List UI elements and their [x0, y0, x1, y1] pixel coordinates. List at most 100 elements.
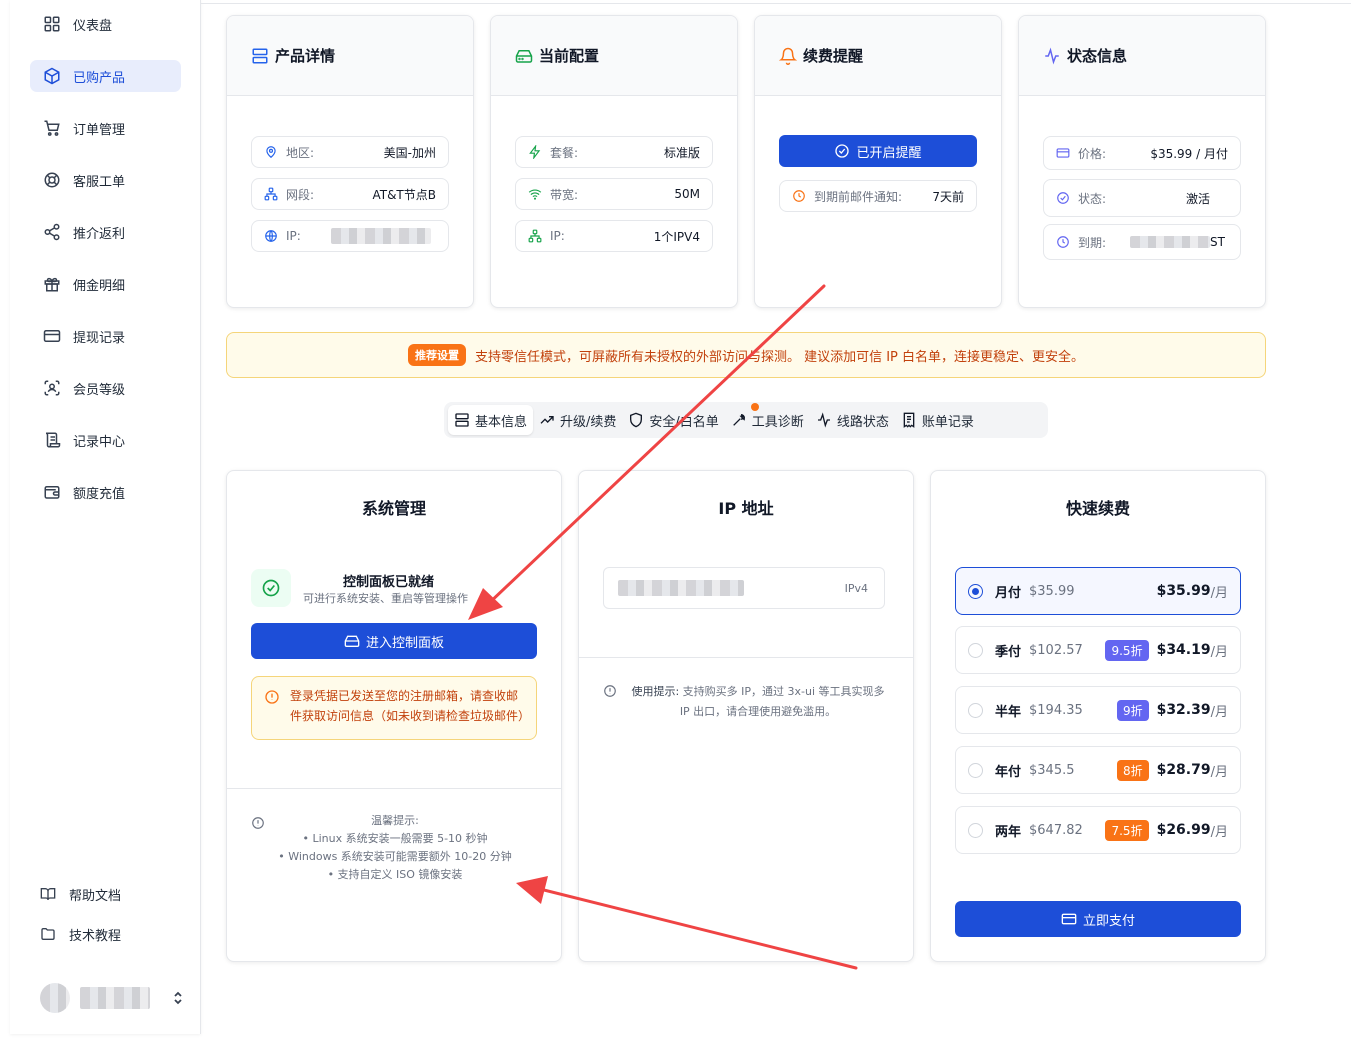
plan-quarterly[interactable]: 季付 $102.57 9.5折 $34.19/月 — [955, 626, 1241, 674]
tips-block: 温馨提示: • Linux 系统安装一般需要 5-10 秒钟 • Windows… — [267, 812, 523, 884]
row-value: 50M — [674, 187, 700, 201]
wallet-icon — [42, 482, 62, 502]
gift-icon — [42, 274, 62, 294]
bandwidth-row: 带宽: 50M — [515, 178, 713, 210]
card-title: 状态信息 — [1067, 47, 1128, 65]
plan-price: $32.39 — [1156, 702, 1211, 718]
price-row: 价格: $35.99 / 月付 — [1043, 136, 1241, 170]
plan-unit: /月 — [1210, 764, 1228, 780]
footer-item-label: 技术教程 — [69, 928, 122, 944]
tab-label: 线路状态 — [836, 414, 889, 430]
clock-icon — [1056, 235, 1070, 249]
wrench-icon — [731, 412, 747, 428]
sidebar-item-label: 已购产品 — [73, 70, 126, 86]
sidebar-item-referral[interactable]: 推介返利 — [30, 216, 181, 248]
card-icon — [1061, 911, 1077, 927]
tutorials-link[interactable]: 技术教程 — [40, 920, 180, 948]
ip-row: IP: — [251, 220, 449, 252]
wifi-icon — [528, 187, 542, 201]
reminder-enabled-button[interactable]: 已开启提醒 — [779, 135, 977, 167]
radio-button[interactable] — [968, 583, 983, 599]
system-management-card: 系统管理 控制面板已就绪 可进行系统安装、重启等管理操作 进入控制面板 登录凭据… — [226, 470, 562, 962]
plan-original-price: $35.99 — [1029, 583, 1075, 599]
book-icon — [40, 886, 58, 902]
card-title: 产品详情 — [275, 47, 336, 65]
status-row: 状态: 激活 — [1043, 179, 1241, 217]
hard-drive-icon — [515, 47, 533, 65]
enter-control-panel-button[interactable]: 进入控制面板 — [251, 623, 537, 659]
tab-billing[interactable]: 账单记录 — [895, 405, 980, 435]
tab-upgrade[interactable]: 升级/续费 — [533, 405, 622, 435]
info-icon — [603, 684, 617, 698]
folder-icon — [40, 926, 58, 942]
row-value: 1个IPV4 — [653, 229, 700, 244]
ip-address-card: IP 地址 IPv4 使用提示: 支持购买多 IP，通过 3x-ui 等工具实现… — [578, 470, 914, 962]
tab-line-status[interactable]: 线路状态 — [810, 405, 895, 435]
radio-button[interactable] — [968, 642, 983, 658]
alert-circle-icon — [264, 689, 280, 705]
sidebar-item-label: 额度充值 — [73, 486, 126, 502]
cart-icon — [42, 118, 62, 138]
row-label: 地区: — [286, 145, 315, 160]
sidebar-item-recharge[interactable]: 额度充值 — [30, 476, 181, 508]
divider — [227, 788, 561, 789]
radio-button[interactable] — [968, 822, 983, 838]
network-icon — [264, 187, 278, 201]
radio-button[interactable] — [968, 762, 983, 778]
card-title: 当前配置 — [539, 47, 600, 65]
pay-now-button[interactable]: 立即支付 — [955, 901, 1241, 937]
plan-unit: /月 — [1210, 644, 1228, 660]
panel-ready-title: 控制面板已就绪 — [343, 575, 435, 590]
tab-diagnostics[interactable]: 工具诊断 — [725, 405, 810, 435]
row-value: 美国-加州 — [383, 145, 436, 160]
usage-hint: 使用提示: 支持购买多 IP，通过 3x-ui 等工具实现多 IP 出口，请合理… — [625, 682, 891, 722]
tips-title: 温馨提示: — [371, 814, 419, 827]
sidebar-item-label: 佣金明细 — [73, 278, 126, 294]
check-badge — [251, 569, 291, 607]
tab-basic-info[interactable]: 基本信息 — [448, 405, 534, 435]
user-menu[interactable] — [30, 978, 190, 1018]
expiry-row: 到期: ST — [1043, 224, 1241, 260]
sidebar-item-commission[interactable]: 佣金明细 — [30, 268, 181, 300]
sidebar-item-withdraw[interactable]: 提现记录 — [30, 320, 181, 352]
sidebar-item-label: 记录中心 — [73, 434, 126, 450]
row-value: 标准版 — [663, 145, 700, 160]
plan-monthly[interactable]: 月付 $35.99 $35.99/月 — [955, 567, 1241, 615]
row-value: AT&T节点B — [372, 187, 436, 202]
row-value: $35.99 / 月付 — [1150, 146, 1228, 161]
row-label: 网段: — [286, 187, 315, 202]
avatar — [40, 983, 70, 1013]
sidebar-item-label: 订单管理 — [73, 122, 126, 138]
radio-button[interactable] — [968, 702, 983, 718]
plan-name: 半年 — [995, 704, 1022, 720]
banner-text: 支持零信任模式，可屏蔽所有未授权的外部访问与探测。 建议添加可信 IP 白名单，… — [474, 349, 1085, 365]
plan-yearly[interactable]: 年付 $345.5 8折 $28.79/月 — [955, 746, 1241, 794]
plan-unit: /月 — [1210, 824, 1228, 840]
sidebar-item-membership[interactable]: 会员等级 — [30, 372, 181, 404]
plan-half-year[interactable]: 半年 $194.35 9折 $32.39/月 — [955, 686, 1241, 734]
sidebar-item-orders[interactable]: 订单管理 — [30, 112, 181, 144]
tab-label: 升级/续费 — [560, 414, 617, 430]
notification-dot — [751, 403, 759, 411]
sidebar-item-dashboard[interactable]: 仪表盘 — [30, 8, 181, 40]
plan-two-years[interactable]: 两年 $647.82 7.5折 $26.99/月 — [955, 806, 1241, 854]
plan-name: 季付 — [995, 644, 1022, 660]
plan-price: $26.99 — [1156, 822, 1211, 838]
ip-type: IPv4 — [844, 581, 868, 595]
tip-item: • 支持自定义 ISO 镜像安装 — [327, 868, 463, 881]
plan-name: 月付 — [995, 585, 1022, 601]
check-circle-icon — [261, 578, 281, 598]
help-docs-link[interactable]: 帮助文档 — [40, 880, 180, 908]
sidebar-item-records[interactable]: 记录中心 — [30, 424, 181, 456]
row-label: 价格: — [1078, 146, 1107, 161]
sidebar-item-tickets[interactable]: 客服工单 — [30, 164, 181, 196]
tab-label: 账单记录 — [921, 414, 974, 430]
tab-security[interactable]: 安全/白名单 — [622, 405, 724, 435]
top-divider — [201, 3, 1351, 4]
scroll-icon — [42, 430, 62, 450]
lifebuoy-icon — [42, 170, 62, 190]
footer-item-label: 帮助文档 — [69, 888, 122, 904]
sidebar-item-purchased[interactable]: 已购产品 — [30, 60, 181, 92]
ip-address-field[interactable]: IPv4 — [603, 567, 885, 609]
row-value: 激活 — [1185, 191, 1210, 206]
